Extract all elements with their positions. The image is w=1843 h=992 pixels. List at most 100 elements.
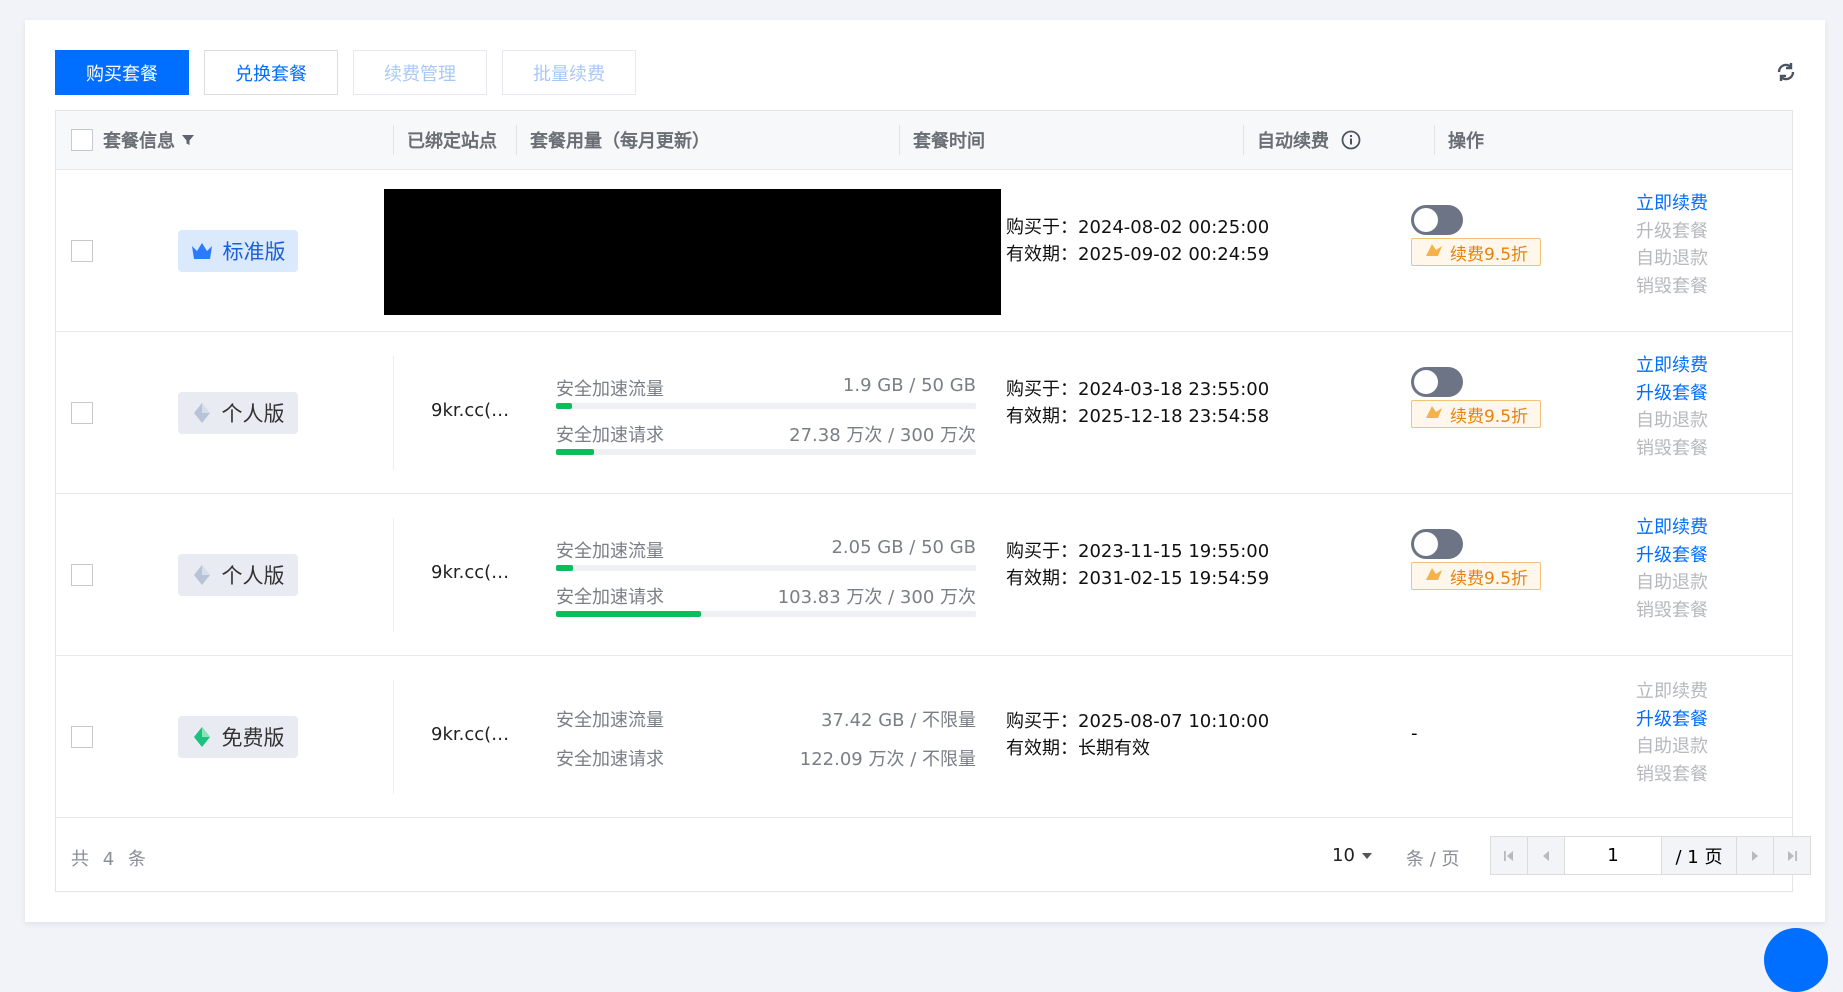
caret-down-icon: [1361, 852, 1373, 860]
prev-page-icon[interactable]: [1528, 837, 1565, 874]
purchase-time: 购买于：2024-03-18 23:55:00: [1006, 379, 1270, 400]
usage-value: 103.83 万次 / 300 万次: [777, 587, 976, 608]
crown-icon: [191, 242, 213, 260]
page-size-select[interactable]: 10: [1332, 845, 1373, 866]
refund-link[interactable]: 自助退款: [1636, 245, 1708, 273]
plan-name: 标准版: [222, 240, 286, 264]
header-auto-renew: 自动续费: [1257, 111, 1361, 169]
usage-progress-fill: [556, 565, 574, 571]
usage-progress-bar: [556, 565, 976, 571]
auto-renew-toggle[interactable]: [1411, 367, 1463, 397]
select-all-checkbox[interactable]: [71, 129, 93, 151]
plan-badge: 免费版: [178, 716, 298, 758]
plan-badge: 标准版: [178, 230, 298, 272]
toolbar: 购买套餐 兑换套餐 续费管理 批量续费: [55, 50, 636, 95]
discount-label: 续费9.5折: [1449, 406, 1529, 427]
floating-action-button[interactable]: [1764, 928, 1828, 992]
renew-now-link[interactable]: 立即续费: [1636, 190, 1708, 218]
discount-label: 续费9.5折: [1449, 244, 1529, 265]
header-bound-site: 已绑定站点: [407, 131, 497, 152]
first-page-icon[interactable]: [1491, 837, 1528, 874]
plan-time: 购买于：2024-08-02 00:25:00 有效期：2025-09-02 0…: [1006, 214, 1269, 268]
plan-time: 购买于：2023-11-15 19:55:00 有效期：2031-02-15 1…: [1006, 538, 1269, 592]
plan-name: 免费版: [221, 726, 285, 750]
header-plan-info: 套餐信息: [103, 111, 195, 169]
discount-icon: [1424, 242, 1444, 263]
usage-value: 37.42 GB / 不限量: [820, 710, 976, 731]
bound-site[interactable]: 9kr.cc(…: [431, 562, 521, 583]
renew-discount-badge: 续费9.5折: [1411, 238, 1541, 266]
row-checkbox[interactable]: [71, 564, 93, 586]
diamond-icon: [192, 726, 212, 748]
upgrade-link[interactable]: 升级套餐: [1636, 380, 1708, 408]
next-page-icon[interactable]: [1737, 837, 1774, 874]
refund-link[interactable]: 自助退款: [1636, 569, 1708, 597]
last-page-icon[interactable]: [1774, 837, 1810, 874]
usage-value: 2.05 GB / 50 GB: [831, 537, 976, 558]
table-row: 个人版 9kr.cc(… 安全加速流量 2.05 GB / 50 GB 安全加速请…: [56, 494, 1792, 656]
renew-now-link[interactable]: 立即续费: [1636, 514, 1708, 542]
filter-icon[interactable]: [181, 133, 195, 147]
plan-badge: 个人版: [178, 392, 298, 434]
row-checkbox[interactable]: [71, 726, 93, 748]
plan-name: 个人版: [221, 564, 285, 588]
package-panel: 购买套餐 兑换套餐 续费管理 批量续费 套餐信息 已绑定站点 套餐用量（每月更新…: [25, 20, 1825, 922]
redacted-block: [384, 189, 1001, 315]
row-checkbox[interactable]: [71, 402, 93, 424]
destroy-link[interactable]: 销毁套餐: [1636, 761, 1708, 789]
valid-time: 有效期：2031-02-15 19:54:59: [1006, 568, 1270, 589]
renew-now-link[interactable]: 立即续费: [1636, 678, 1708, 706]
header-usage: 套餐用量（每月更新）: [530, 131, 710, 152]
usage-progress-fill: [556, 403, 572, 409]
usage-label: 安全加速请求: [556, 749, 664, 770]
plan-time: 购买于：2024-03-18 23:55:00 有效期：2025-12-18 2…: [1006, 376, 1269, 430]
page-size-unit: 条 / 页: [1406, 849, 1460, 870]
refresh-icon[interactable]: [1772, 58, 1800, 86]
usage-progress-fill: [556, 449, 595, 455]
bound-site[interactable]: 9kr.cc(…: [431, 724, 521, 745]
header-ops: 操作: [1448, 131, 1484, 152]
usage-block: 安全加速流量 1.9 GB / 50 GB 安全加速请求 27.38 万次 / 30…: [556, 375, 976, 467]
destroy-link[interactable]: 销毁套餐: [1636, 435, 1708, 463]
renew-discount-badge: 续费9.5折: [1411, 562, 1541, 590]
destroy-link[interactable]: 销毁套餐: [1636, 273, 1708, 301]
header-time: 套餐时间: [913, 131, 985, 152]
upgrade-link[interactable]: 升级套餐: [1636, 706, 1708, 734]
refund-link[interactable]: 自助退款: [1636, 733, 1708, 761]
refund-link[interactable]: 自助退款: [1636, 407, 1708, 435]
destroy-link[interactable]: 销毁套餐: [1636, 597, 1708, 625]
row-ops: 立即续费 升级套餐 自助退款 销毁套餐: [1636, 352, 1708, 462]
table-header: 套餐信息 已绑定站点 套餐用量（每月更新） 套餐时间 自动续费 操作: [56, 111, 1792, 170]
purchase-time: 购买于：2025-08-07 10:10:00: [1006, 711, 1270, 732]
diamond-icon: [192, 564, 212, 586]
purchase-time: 购买于：2023-11-15 19:55:00: [1006, 541, 1270, 562]
batch-renew-button[interactable]: 批量续费: [502, 50, 636, 95]
valid-time: 有效期：2025-12-18 23:54:58: [1006, 406, 1270, 427]
discount-icon: [1424, 404, 1444, 425]
page-input[interactable]: 1: [1565, 837, 1662, 874]
usage-block: 安全加速流量 37.42 GB / 不限量 安全加速请求 122.09 万次 / 不…: [556, 706, 976, 770]
diamond-icon: [192, 402, 212, 424]
upgrade-link[interactable]: 升级套餐: [1636, 542, 1708, 570]
renew-manage-button[interactable]: 续费管理: [353, 50, 487, 95]
auto-renew-toggle[interactable]: [1411, 205, 1463, 235]
redeem-package-button[interactable]: 兑换套餐: [204, 50, 338, 95]
info-icon[interactable]: [1341, 130, 1361, 150]
bound-site[interactable]: 9kr.cc(…: [431, 400, 521, 421]
buy-package-button[interactable]: 购买套餐: [55, 50, 189, 95]
pagination: 1 / 1 页: [1490, 836, 1811, 875]
auto-renew-toggle[interactable]: [1411, 529, 1463, 559]
renew-now-link[interactable]: 立即续费: [1636, 352, 1708, 380]
upgrade-link[interactable]: 升级套餐: [1636, 218, 1708, 246]
row-ops: 立即续费 升级套餐 自助退款 销毁套餐: [1636, 190, 1708, 300]
valid-time: 有效期：2025-09-02 00:24:59: [1006, 244, 1270, 265]
purchase-time: 购买于：2024-08-02 00:25:00: [1006, 217, 1270, 238]
plan-time: 购买于：2025-08-07 10:10:00 有效期：长期有效: [1006, 708, 1269, 762]
plan-name: 个人版: [221, 402, 285, 426]
row-checkbox[interactable]: [71, 240, 93, 262]
usage-value: 27.38 万次 / 300 万次: [789, 425, 976, 446]
usage-label: 安全加速请求: [556, 425, 664, 446]
header-auto-renew-label: 自动续费: [1257, 131, 1329, 152]
discount-label: 续费9.5折: [1449, 568, 1529, 589]
row-ops: 立即续费 升级套餐 自助退款 销毁套餐: [1636, 678, 1708, 788]
